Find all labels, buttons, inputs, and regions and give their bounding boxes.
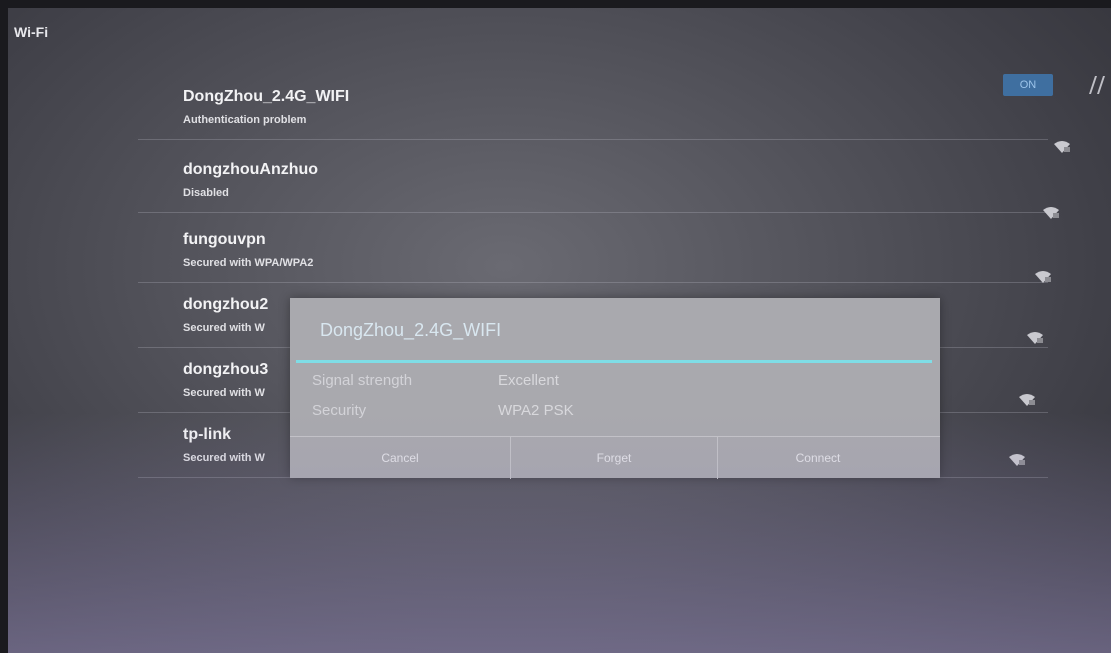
dialog-divider: [296, 360, 932, 363]
wifi-lock-icon: [1034, 270, 1052, 284]
network-status: Disabled: [183, 187, 229, 199]
network-name: fungouvpn: [183, 231, 266, 248]
wifi-settings-icon[interactable]: [1083, 70, 1109, 100]
security-label: Security: [312, 402, 367, 419]
divider: [138, 282, 1048, 283]
network-name: DongZhou_2.4G_WIFI: [183, 88, 350, 105]
network-status: Secured with WPA/WPA2: [183, 257, 314, 269]
signal-strength-value: Excellent: [498, 372, 559, 389]
divider: [138, 139, 1048, 140]
wifi-settings-screen: Wi-Fi ON DongZhou_2.4G_WIFI Authenticati…: [8, 8, 1111, 653]
wifi-lock-icon: [1018, 393, 1036, 407]
wifi-lock-icon: [1026, 331, 1044, 345]
dialog-button-bar: Cancel Forget Connect: [290, 436, 940, 479]
signal-strength-label: Signal strength: [312, 372, 413, 389]
network-status: Secured with W: [183, 452, 265, 464]
wifi-lock-icon: [1042, 206, 1060, 220]
network-item[interactable]: dongzhouAnzhuo Disabled: [138, 153, 1048, 213]
connect-button[interactable]: Connect: [718, 437, 918, 479]
forget-button[interactable]: Forget: [511, 437, 717, 479]
cancel-button[interactable]: Cancel: [290, 437, 510, 479]
network-dialog: DongZhou_2.4G_WIFI Signal strength Excel…: [290, 298, 940, 479]
network-item[interactable]: fungouvpn Secured with WPA/WPA2: [138, 223, 1048, 283]
security-value: WPA2 PSK: [498, 402, 574, 419]
network-name: dongzhou2: [183, 296, 269, 313]
network-name: dongzhou3: [183, 361, 269, 378]
network-status: Secured with W: [183, 387, 265, 399]
wifi-lock-icon: [1053, 140, 1071, 154]
dialog-title: DongZhou_2.4G_WIFI: [320, 320, 502, 340]
divider: [138, 212, 1048, 213]
network-name: tp-link: [183, 426, 231, 443]
wifi-lock-icon: [1008, 453, 1026, 467]
network-item[interactable]: DongZhou_2.4G_WIFI Authentication proble…: [138, 80, 1048, 140]
page-title: Wi-Fi: [14, 24, 49, 40]
network-status: Secured with W: [183, 322, 265, 334]
network-name: dongzhouAnzhuo: [183, 161, 319, 178]
network-status: Authentication problem: [183, 114, 307, 126]
